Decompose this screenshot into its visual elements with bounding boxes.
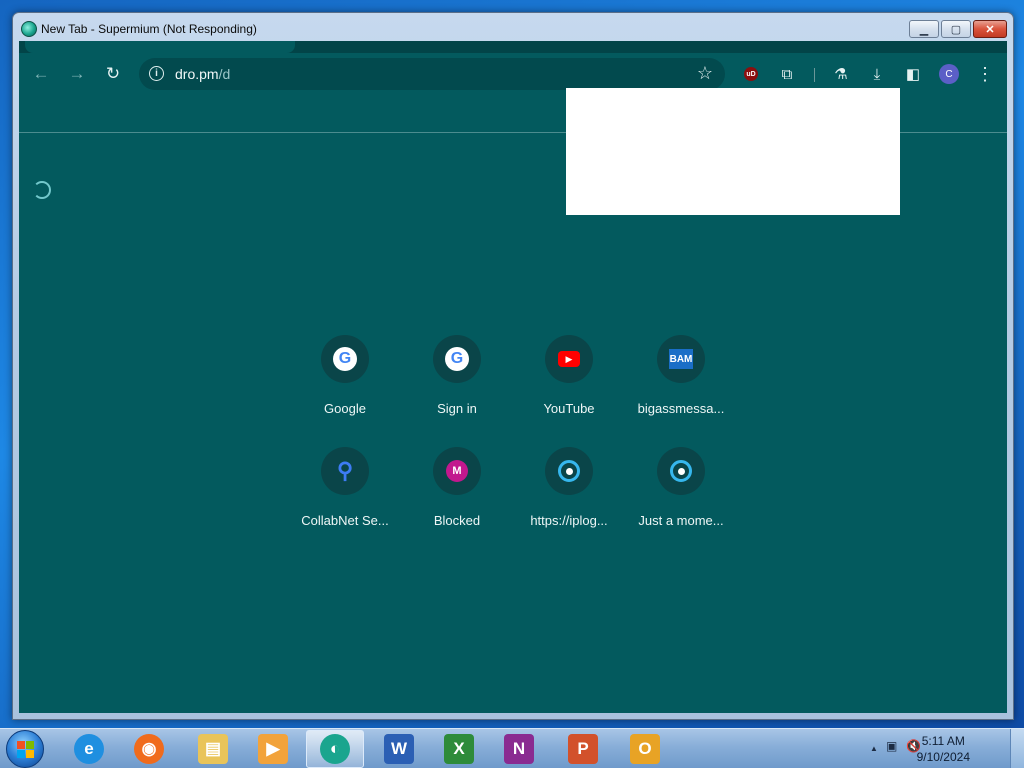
extensions-puzzle-icon[interactable]: ⧉ <box>775 62 799 86</box>
google-g-glyph: G <box>445 347 469 371</box>
shortcut-label: Just a mome... <box>638 513 724 528</box>
m-letter-icon: M <box>433 447 481 495</box>
taskbar-excel-button[interactable]: X <box>430 730 488 768</box>
start-button[interactable] <box>6 730 44 768</box>
show-desktop-button[interactable] <box>1010 729 1024 768</box>
shortcut-label: Sign in <box>437 401 477 416</box>
close-button[interactable]: ✕ <box>973 20 1007 38</box>
bam-glyph: BAM <box>669 349 693 369</box>
tray-chevron-icon[interactable]: ▲ <box>870 744 878 753</box>
taskbar-onenote-button[interactable]: N <box>490 730 548 768</box>
ublock-badge: uD <box>744 67 758 81</box>
ring-glyph <box>670 460 692 482</box>
firefox-icon: ◉ <box>134 734 164 764</box>
address-url[interactable]: dro.pm/d <box>175 66 230 82</box>
ring-glyph <box>558 460 580 482</box>
loading-spinner-icon <box>33 181 51 199</box>
taskbar-internet-explorer-button[interactable]: e <box>60 730 118 768</box>
network-icon[interactable]: ▣ <box>886 739 897 753</box>
outlook-icon: O <box>630 734 660 764</box>
ring-icon <box>657 447 705 495</box>
search-icon: ⚲ <box>321 447 369 495</box>
taskbar-firefox-button[interactable]: ◉ <box>120 730 178 768</box>
tab-strip <box>19 41 1007 53</box>
excel-icon: X <box>444 734 474 764</box>
tab-new-tab[interactable] <box>25 41 295 53</box>
shortcut-label: CollabNet Se... <box>301 513 389 528</box>
kebab-menu-icon[interactable]: ⋮ <box>973 62 997 86</box>
youtube-icon: ▶ <box>545 335 593 383</box>
shortcut-label: bigassmessa... <box>637 401 725 416</box>
browser-frame: ← → ↻ i dro.pm/d ☆ uD ⧉ ⚗ ⤓ ◧ C ⋮ G Goog… <box>19 41 1007 713</box>
shortcut-label: YouTube <box>543 401 595 416</box>
supermium-logo-icon <box>21 21 37 37</box>
maximize-button[interactable]: ▢ <box>941 20 971 38</box>
taskbar: e ◉ ▤ ▶ ◐ W X N P O ▲ ▣ 🔇 5:11 AM 9/10/2024 <box>0 728 1024 768</box>
m-glyph: M <box>446 460 468 482</box>
google-icon: G <box>433 335 481 383</box>
shortcut-tile-youtube[interactable]: ▶ YouTube <box>513 323 625 419</box>
downloads-icon[interactable]: ⤓ <box>865 62 889 86</box>
google-g-glyph: G <box>333 347 357 371</box>
toolbar-separator <box>814 68 815 82</box>
bookmark-star-icon[interactable]: ☆ <box>697 63 713 84</box>
title-bar[interactable]: New Tab - Supermium (Not Responding) ▁ ▢… <box>13 13 1013 43</box>
profile-initial: C <box>939 64 959 84</box>
caption-buttons: ▁ ▢ ✕ <box>909 20 1007 38</box>
supermium-icon: ◐ <box>320 734 350 764</box>
internet-explorer-icon: e <box>74 734 104 764</box>
shortcut-tile-sign-in[interactable]: G Sign in <box>401 323 513 419</box>
shortcut-tile-collabnet[interactable]: ⚲ CollabNet Se... <box>289 435 401 531</box>
clock-time: 5:11 AM <box>921 734 965 748</box>
address-bar[interactable]: i dro.pm/d ☆ <box>139 58 725 90</box>
shortcut-label: Google <box>324 401 366 416</box>
side-panel-icon[interactable]: ◧ <box>901 62 925 86</box>
ublock-extension-icon[interactable]: uD <box>739 62 763 86</box>
file-explorer-icon: ▤ <box>198 734 228 764</box>
clock[interactable]: 5:11 AM 9/10/2024 <box>917 733 970 765</box>
word-icon: W <box>384 734 414 764</box>
google-icon: G <box>321 335 369 383</box>
search-glyph: ⚲ <box>336 458 354 483</box>
shortcut-label: Blocked <box>433 513 481 528</box>
taskbar-file-explorer-button[interactable]: ▤ <box>184 730 242 768</box>
browser-window: New Tab - Supermium (Not Responding) ▁ ▢… <box>12 12 1014 720</box>
shortcut-label: https://iplog... <box>530 513 608 528</box>
youtube-play-glyph: ▶ <box>558 351 580 367</box>
shortcut-tile-just-a-moment[interactable]: Just a mome... <box>625 435 737 531</box>
shortcut-tile-bigassmessage[interactable]: BAM bigassmessa... <box>625 323 737 419</box>
ring-icon <box>545 447 593 495</box>
url-path: /d <box>218 66 231 82</box>
windows-flag-icon <box>16 740 34 758</box>
labs-flask-icon[interactable]: ⚗ <box>829 62 853 86</box>
powerpoint-icon: P <box>568 734 598 764</box>
taskbar-outlook-button[interactable]: O <box>616 730 674 768</box>
shortcut-tile-google[interactable]: G Google <box>289 323 401 419</box>
system-tray: ▲ ▣ 🔇 5:11 AM 9/10/2024 <box>862 729 1024 768</box>
minimize-button[interactable]: ▁ <box>909 20 939 38</box>
site-info-icon[interactable]: i <box>149 66 164 81</box>
reload-icon[interactable]: ↻ <box>101 62 125 86</box>
forward-arrow-icon[interactable]: → <box>65 62 89 86</box>
taskbar-media-player-button[interactable]: ▶ <box>244 730 302 768</box>
media-player-icon: ▶ <box>258 734 288 764</box>
url-host: dro.pm <box>175 66 219 82</box>
shortcut-tile-iplogger[interactable]: https://iplog... <box>513 435 625 531</box>
back-arrow-icon[interactable]: ← <box>29 62 53 86</box>
window-title: New Tab - Supermium (Not Responding) <box>41 22 257 36</box>
bam-icon: BAM <box>657 335 705 383</box>
clock-date: 9/10/2024 <box>916 750 970 764</box>
profile-avatar[interactable]: C <box>937 62 961 86</box>
taskbar-supermium-button[interactable]: ◐ <box>306 730 364 768</box>
blank-popup-area <box>566 88 900 215</box>
shortcut-tile-blocked[interactable]: M Blocked <box>401 435 513 531</box>
onenote-icon: N <box>504 734 534 764</box>
shortcut-tiles: G Google G Sign in ▶ YouTube BAM bigassm… <box>289 323 737 531</box>
taskbar-word-button[interactable]: W <box>370 730 428 768</box>
taskbar-powerpoint-button[interactable]: P <box>554 730 612 768</box>
